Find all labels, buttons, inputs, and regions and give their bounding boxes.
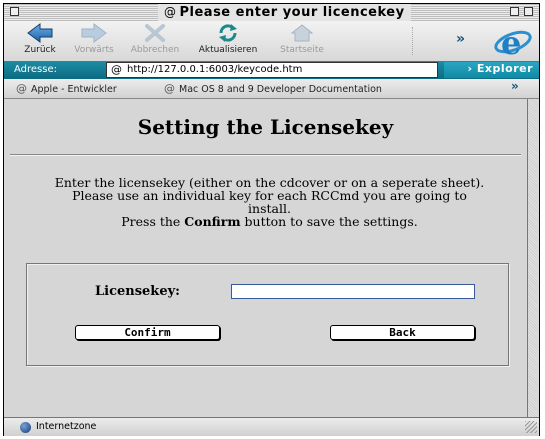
explorer-button[interactable]: › Explorer [444, 62, 539, 78]
license-form: Licensekey: Confirm Back [26, 263, 509, 366]
status-bar: Internetzone [4, 417, 539, 436]
refresh-icon [219, 24, 237, 42]
vertical-scrollbar[interactable] [527, 99, 539, 417]
internet-explorer-logo-icon: e [494, 24, 532, 59]
toolbar-separator [412, 27, 414, 55]
favorite-at-icon: @ [164, 82, 175, 95]
toolbar: Zurück Vorwärts Abbrechen Aktualisieren [4, 21, 539, 62]
globe-icon [20, 422, 31, 433]
licensekey-label: Licensekey: [95, 284, 180, 299]
home-button[interactable]: Startseite [274, 23, 330, 55]
toolbar-more-button[interactable]: » [456, 31, 465, 47]
resize-grip[interactable] [525, 421, 537, 433]
address-label: Adresse: [14, 64, 57, 75]
licensekey-input[interactable] [231, 284, 475, 299]
stop-button[interactable]: Abbrechen [126, 23, 184, 55]
confirm-button[interactable]: Confirm [75, 325, 220, 340]
refresh-button[interactable]: Aktualisieren [190, 23, 266, 55]
stop-x-icon [145, 24, 165, 42]
favorites-more-button[interactable]: » [511, 79, 519, 93]
favorite-apple-developer[interactable]: @ Apple - Entwickler [16, 79, 117, 99]
favorite-at-icon: @ [16, 82, 27, 95]
back-arrow-icon [27, 23, 53, 43]
instructions-text: Enter the licensekey (either on the cdco… [54, 175, 485, 229]
url-text: http://127.0.0.1:6003/keycode.htm [127, 64, 303, 75]
url-at-icon: @ [111, 63, 122, 76]
home-icon [290, 24, 314, 42]
page-heading: Setting the Licensekey [137, 115, 394, 139]
close-box[interactable] [10, 7, 19, 16]
collapse-box[interactable] [524, 7, 533, 16]
back-page-button[interactable]: Back [330, 325, 475, 340]
browser-window: @ Please enter your licencekey Zurück Vor… [3, 3, 540, 436]
window-title: @ Please enter your licencekey [158, 4, 411, 21]
zoom-box[interactable] [510, 7, 519, 16]
divider [10, 154, 521, 156]
at-icon: @ [164, 5, 177, 19]
forward-button[interactable]: Vorwärts [68, 23, 120, 55]
page-content: Setting the Licensekey Enter the license… [4, 99, 527, 417]
back-button[interactable]: Zurück [18, 23, 62, 55]
security-zone-text: Internetzone [36, 421, 97, 432]
svg-text:e: e [501, 24, 521, 59]
forward-arrow-icon [81, 23, 107, 43]
address-field[interactable]: @ http://127.0.0.1:6003/keycode.htm [106, 62, 438, 78]
address-bar: Adresse: @ http://127.0.0.1:6003/keycode… [4, 61, 539, 79]
favorite-macos-docs[interactable]: @ Mac OS 8 and 9 Developer Documentation [164, 79, 382, 99]
title-bar[interactable]: @ Please enter your licencekey [4, 4, 539, 22]
favorites-bar: @ Apple - Entwickler @ Mac OS 8 and 9 Deve… [4, 79, 539, 99]
